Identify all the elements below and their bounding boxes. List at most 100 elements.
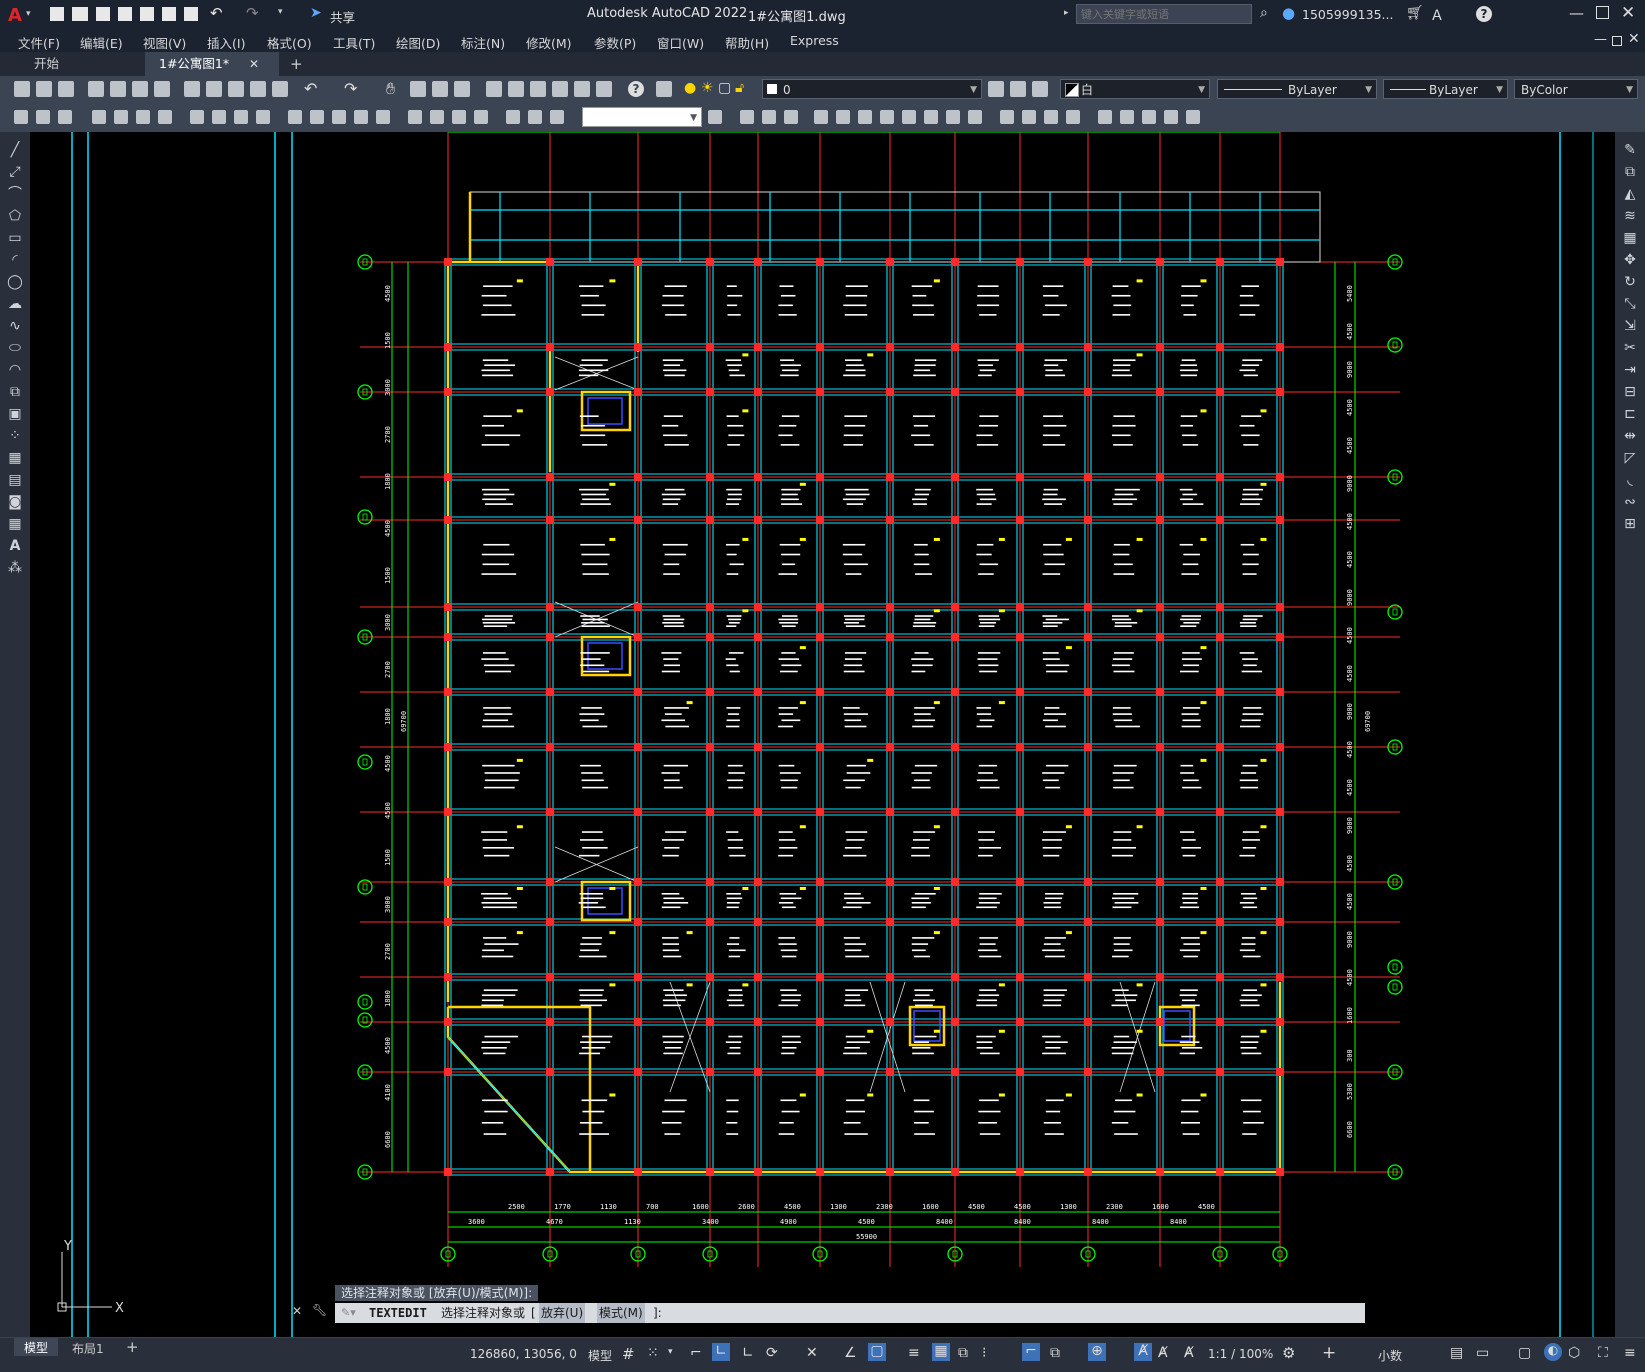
a360-icon[interactable]: Ａ [1430, 5, 1444, 25]
annotation-scale-label[interactable]: 1:1 / 100% [1208, 1347, 1273, 1361]
move-tool-icon[interactable]: ✥ [1622, 252, 1638, 268]
tool-palettes-icon[interactable] [530, 81, 546, 97]
isodraft-icon[interactable]: ✕ [806, 1345, 818, 1361]
maximize-icon[interactable] [1596, 6, 1609, 19]
autocad-logo-icon[interactable]: A [8, 5, 22, 26]
dim-style-icon[interactable] [708, 110, 722, 124]
rotate-tool-icon[interactable]: ↻ [1622, 274, 1638, 290]
menu-insert[interactable]: 插入(I) [207, 33, 245, 52]
jogged-dim-icon[interactable] [212, 110, 226, 124]
help-toolbar-icon[interactable]: ? [628, 81, 644, 97]
break-icon[interactable] [1000, 110, 1014, 124]
tab-start[interactable]: 开始 [20, 52, 73, 76]
extend-icon[interactable] [968, 110, 982, 124]
dim-style-dropdown[interactable]: ▼ [582, 107, 702, 127]
share-icon[interactable]: ➤ [310, 5, 322, 21]
table-icon[interactable]: ▦ [7, 516, 23, 532]
aligned-dim-icon[interactable] [114, 110, 128, 124]
plotstyle-dropdown[interactable]: ByColor ▼ [1514, 79, 1638, 99]
fillet-tool-icon[interactable]: ◟ [1622, 472, 1638, 488]
design-center-icon[interactable] [508, 81, 524, 97]
copy-object-icon[interactable] [762, 110, 776, 124]
doc-close-icon[interactable]: ✕ [1628, 31, 1640, 47]
close-icon[interactable]: ✕ [1621, 3, 1635, 23]
trim-tool-icon[interactable]: ✂︎ [1622, 340, 1638, 356]
paste-icon[interactable] [228, 81, 244, 97]
inspection-icon[interactable] [452, 110, 466, 124]
tool-icon[interactable] [1142, 110, 1156, 124]
saveas-icon[interactable] [118, 7, 132, 21]
print-preview-icon[interactable] [110, 81, 126, 97]
dim-break-icon[interactable] [376, 110, 390, 124]
zoom-previous-icon[interactable] [454, 81, 470, 97]
drawing-canvas[interactable]: 2500 1770 1130 700 1600 2600 4500 1300 2300 1600 4… [30, 132, 1615, 1337]
menu-tools[interactable]: 工具(T) [333, 33, 375, 52]
continue-dim-icon[interactable] [332, 110, 346, 124]
offset-tool-icon[interactable]: ≋ [1622, 208, 1638, 224]
circle-icon[interactable]: ◯ [7, 274, 23, 290]
3d-osnap-icon[interactable]: ⁝ [982, 1345, 986, 1361]
web-open-icon[interactable] [140, 7, 154, 21]
join-icon[interactable] [1022, 110, 1036, 124]
transparency-icon[interactable]: ▦ [932, 1343, 950, 1361]
annotation-scale-icon[interactable]: Ⱥ [1184, 1345, 1194, 1361]
linetype-dropdown[interactable]: ByLayer ▼ [1217, 79, 1377, 99]
menu-dimension[interactable]: 标注(N) [461, 33, 505, 52]
cut-icon[interactable] [184, 81, 200, 97]
layer-on-icon[interactable]: ● [684, 80, 696, 96]
user-icon[interactable]: ● [1282, 4, 1295, 22]
command-option-mode[interactable]: 模式(M) [597, 1303, 645, 1323]
insert-block-icon[interactable]: ⧉ [7, 384, 23, 400]
dropdown-icon[interactable]: ▾ [668, 1347, 673, 1357]
tool-icon[interactable] [1164, 110, 1178, 124]
pan-icon[interactable]: ✋︎ [386, 79, 395, 99]
gradient-icon[interactable]: ▤ [7, 472, 23, 488]
menu-help[interactable]: 帮助(H) [725, 33, 769, 52]
array-tool-icon[interactable]: ▦ [1622, 230, 1638, 246]
tolerance-icon[interactable] [408, 110, 422, 124]
chamfer-tool-icon[interactable]: ◸ [1622, 450, 1638, 466]
dim-text-edit-icon[interactable] [528, 110, 542, 124]
scale-tool-icon[interactable]: ⤡ [1622, 296, 1638, 312]
layer-previous-icon[interactable] [1010, 81, 1026, 97]
zoom-realtime-icon[interactable] [410, 81, 426, 97]
save-file-icon[interactable] [58, 81, 74, 97]
print-icon[interactable] [88, 81, 104, 97]
3d-print-icon[interactable] [154, 81, 170, 97]
space-toggle[interactable]: 模型 [588, 1347, 612, 1364]
dim-update-icon[interactable] [550, 110, 564, 124]
units-dropdown[interactable]: 小数 [1378, 1347, 1402, 1364]
break-tool-icon[interactable]: ⊏ [1622, 406, 1638, 422]
lineweight-dropdown[interactable]: ByLayer ▼ [1383, 79, 1508, 99]
search-input[interactable] [1076, 4, 1252, 24]
tool-icon[interactable] [58, 110, 72, 124]
baseline-dim-icon[interactable] [310, 110, 324, 124]
block-editor-icon[interactable] [272, 81, 288, 97]
command-close-icon[interactable]: ✕ [292, 1304, 302, 1318]
doc-restore-icon[interactable] [1612, 36, 1622, 46]
offset-icon[interactable] [814, 110, 828, 124]
annotation-monitor-icon[interactable]: + [1322, 1343, 1336, 1363]
cart-icon[interactable]: 🛒︎ [1406, 5, 1424, 21]
mtext-icon[interactable]: A [7, 538, 23, 554]
quick-dim-icon[interactable] [288, 110, 302, 124]
command-option-undo[interactable]: 放弃(U) [539, 1303, 586, 1323]
open-file-icon[interactable] [36, 81, 52, 97]
revcloud-icon[interactable]: ☁︎ [7, 296, 23, 312]
arc-length-icon[interactable] [136, 110, 150, 124]
markup-icon[interactable] [574, 81, 590, 97]
plot-icon[interactable] [184, 7, 198, 21]
ellipse-icon[interactable]: ⬭ [7, 340, 23, 356]
object-snap-icon[interactable]: ▢ [868, 1343, 886, 1361]
auto-scale-icon[interactable]: Ⱥ [1158, 1345, 1168, 1361]
center-mark-icon[interactable] [430, 110, 444, 124]
polygon-icon[interactable]: ⬠ [7, 208, 23, 224]
ellipse-arc-icon[interactable]: ◠ [7, 362, 23, 378]
rectangle-icon[interactable]: ▭ [7, 230, 23, 246]
polar-tracking-icon[interactable]: ⟳ [766, 1345, 778, 1361]
app-menu-arrow-icon[interactable]: ▾ [26, 9, 31, 19]
construction-line-icon[interactable]: ⤢ [7, 164, 23, 180]
extend-tool-icon[interactable]: ⇥ [1622, 362, 1638, 378]
web-save-icon[interactable] [162, 7, 176, 21]
make-block-icon[interactable]: ▣ [7, 406, 23, 422]
